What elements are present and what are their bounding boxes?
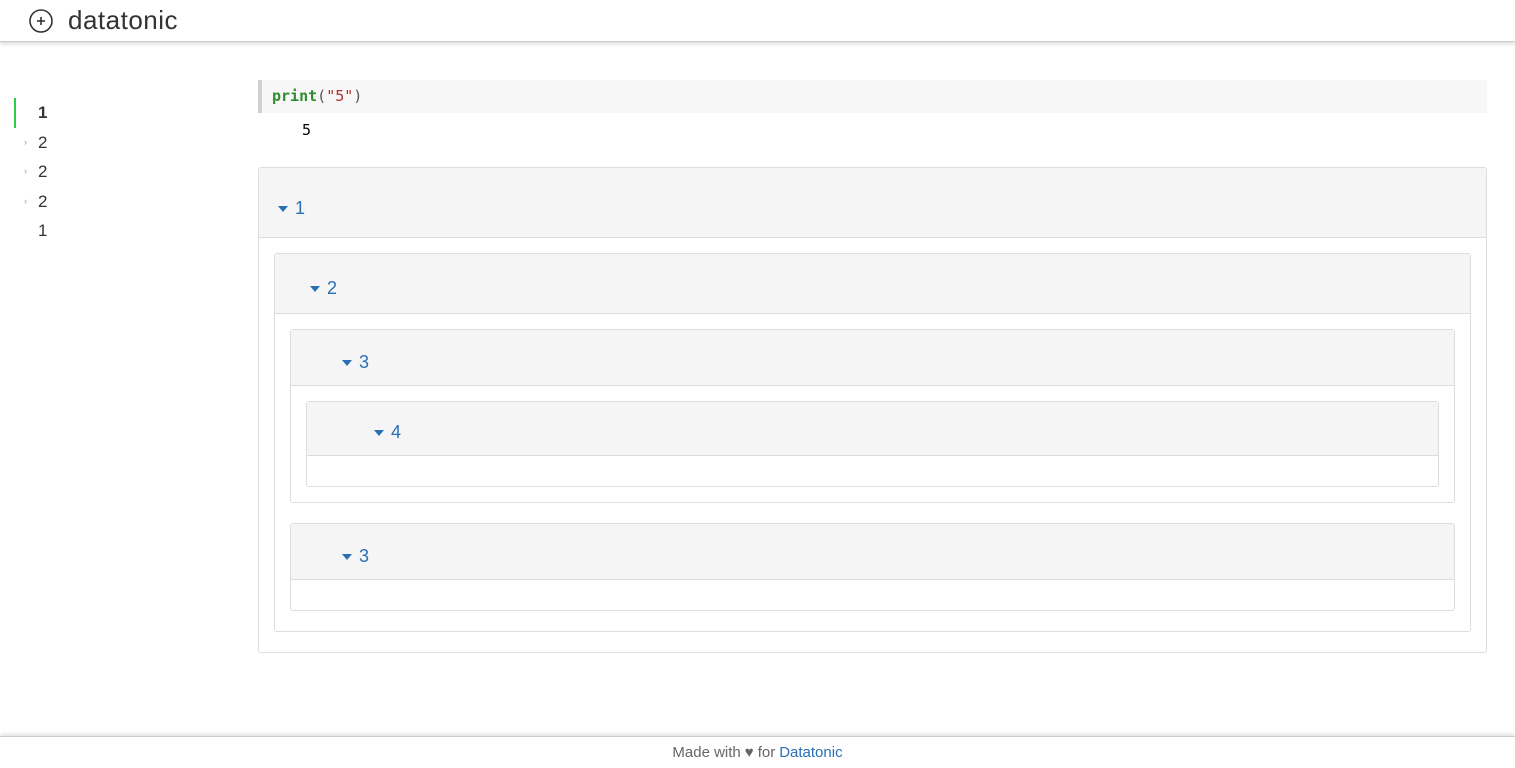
toc-item[interactable]: › 2 <box>14 187 250 217</box>
brand-name: datatonic <box>68 5 178 36</box>
code-token-punc: ( <box>317 87 326 105</box>
panel-1: 1 2 <box>258 167 1487 653</box>
toc-label: 1 <box>38 218 47 244</box>
footer-link[interactable]: Datatonic <box>779 744 842 761</box>
toc-item[interactable]: › 2 <box>14 128 250 158</box>
toc-label: 2 <box>38 130 47 156</box>
cell-output: 5 <box>258 113 1487 147</box>
toc-sidebar: › 1 › 2 › 2 › 2 › 1 <box>0 42 250 736</box>
footer: Made with ♥ for Datatonic <box>0 736 1515 768</box>
chevron-down-icon <box>373 427 385 439</box>
toc-label: 2 <box>38 189 47 215</box>
panel-3: 3 <box>290 329 1455 503</box>
panel-header[interactable]: 3 <box>291 524 1454 580</box>
panel-header[interactable]: 4 <box>307 402 1438 456</box>
panel-title: 3 <box>359 352 369 373</box>
panel-header[interactable]: 3 <box>291 330 1454 386</box>
toc-label: 2 <box>38 159 47 185</box>
panel-4: 4 <box>306 401 1439 487</box>
chevron-down-icon <box>309 283 321 295</box>
panel-body <box>291 580 1454 610</box>
panel-title: 3 <box>359 546 369 567</box>
toc-item[interactable]: › 1 <box>14 98 250 128</box>
chevron-down-icon <box>341 551 353 563</box>
code-token-func: print <box>272 87 317 105</box>
panel-body <box>307 456 1438 486</box>
panel-title: 4 <box>391 422 401 443</box>
panel-header[interactable]: 1 <box>259 168 1486 238</box>
code-cell[interactable]: print("5") <box>258 80 1487 113</box>
notebook-content: print("5") 5 1 <box>250 42 1515 736</box>
panel-body: 2 3 <box>259 238 1486 632</box>
toc-item[interactable]: › 1 <box>14 216 250 246</box>
code-token-punc: ) <box>353 87 362 105</box>
panel-header[interactable]: 2 <box>275 254 1470 314</box>
code-token-string: "5" <box>326 87 353 105</box>
chevron-down-icon <box>341 357 353 369</box>
brand-logo[interactable]: datatonic <box>28 5 178 36</box>
panel-title: 2 <box>327 278 337 299</box>
app-header: datatonic <box>0 0 1515 42</box>
panel-body: 4 <box>291 386 1454 487</box>
chevron-down-icon <box>277 203 289 215</box>
panel-3: 3 <box>290 523 1455 611</box>
panel-2: 2 3 <box>274 253 1471 632</box>
brand-icon <box>28 8 54 34</box>
caret-right-icon: › <box>24 136 32 150</box>
toc-item[interactable]: › 2 <box>14 157 250 187</box>
panel-body: 3 <box>275 314 1470 611</box>
caret-right-icon: › <box>24 165 32 179</box>
footer-text: Made with <box>672 744 740 761</box>
panel-title: 1 <box>295 198 305 219</box>
main-area: › 1 › 2 › 2 › 2 › 1 print("5") 5 <box>0 42 1515 736</box>
toc-label: 1 <box>38 100 47 126</box>
footer-text: for <box>758 744 776 761</box>
heart-icon: ♥ <box>745 744 754 761</box>
caret-right-icon: › <box>24 195 32 209</box>
